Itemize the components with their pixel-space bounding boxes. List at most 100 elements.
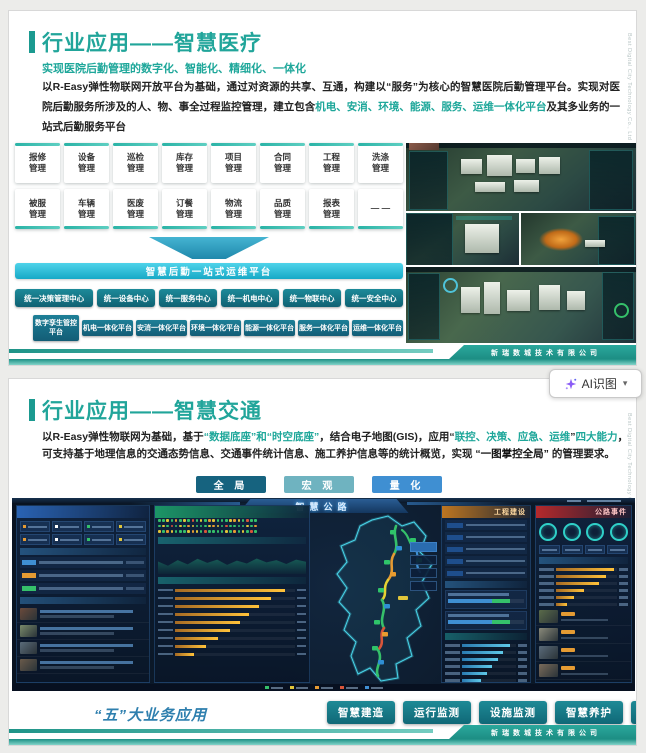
ui-side-panel — [408, 273, 441, 341]
bar-row — [536, 587, 631, 594]
stat-label — [28, 538, 47, 541]
event-photo — [20, 608, 37, 620]
platform-banner: 智慧后勤一站式运维平台 — [15, 263, 403, 279]
stat-label — [542, 548, 557, 551]
stat-chip — [20, 534, 50, 545]
stat-chip — [116, 534, 146, 545]
screenshot-detail — [507, 289, 531, 312]
module-card-label: 物流管理 — [224, 197, 242, 219]
module-card: 项目管理 — [211, 143, 256, 183]
event-time — [561, 618, 608, 621]
ui-bar — [455, 216, 513, 221]
event-text — [561, 628, 628, 641]
bar-fill — [462, 672, 487, 675]
status-dot — [204, 524, 207, 528]
platform-button: 安消一体化平台 — [136, 320, 187, 336]
screenshot-detail — [516, 159, 535, 173]
status-dot — [254, 519, 257, 522]
module-card-label: 订餐管理 — [175, 197, 193, 219]
event-photo — [539, 628, 558, 641]
bar-label — [158, 596, 173, 600]
platform-button: 机电一体化平台 — [82, 320, 133, 336]
text-segment: ，结合电子地图(GIS)，应用“ — [319, 431, 455, 443]
info-row — [20, 557, 146, 568]
stat-value — [119, 525, 122, 528]
module-card-label: 设备管理 — [77, 151, 95, 173]
view-button: 宏 观 — [284, 476, 354, 493]
bar-row — [442, 642, 530, 649]
stat-chip — [539, 545, 560, 554]
bar-row — [155, 626, 309, 634]
bar-row — [536, 580, 631, 587]
status-dot — [233, 524, 236, 528]
chevron-down-icon[interactable]: ▾ — [623, 378, 628, 389]
module-card-label: 库存管理 — [175, 151, 193, 173]
legend-label — [295, 686, 308, 689]
bar-fill — [462, 665, 493, 668]
center-button: 统一安全中心 — [345, 289, 403, 307]
screenshot-detail — [514, 180, 540, 192]
stat-chip — [84, 521, 114, 532]
panel-header: 工程建设 — [442, 506, 530, 518]
text-segment: 以R-Easy弹性物联网为基础，基于 — [42, 431, 204, 443]
project-row — [445, 532, 527, 542]
bar-value — [619, 596, 628, 599]
side-watermark: Best Digital City Technology Co., Ltd — [626, 33, 632, 141]
status-dot — [216, 530, 220, 533]
stat-label — [60, 525, 79, 528]
status-dot — [208, 530, 211, 533]
module-card: 被服管理 — [15, 189, 60, 229]
project-row — [445, 568, 527, 578]
status-dot — [212, 524, 216, 528]
bar-value — [297, 612, 306, 616]
event-list-item — [536, 662, 631, 680]
status-dot — [174, 524, 178, 528]
camera-thumb — [409, 143, 440, 151]
bar-fill — [462, 658, 498, 661]
status-dot — [191, 524, 195, 528]
footer-line — [9, 349, 433, 353]
bar-track — [175, 596, 295, 600]
status-dot — [195, 524, 199, 528]
bar-fill — [175, 644, 207, 648]
status-dot — [220, 524, 224, 528]
model-building — [464, 224, 499, 254]
bar-row — [442, 663, 530, 670]
event-time — [561, 654, 608, 657]
business-button: 运行监测 — [403, 701, 471, 724]
screenshot-detail — [539, 156, 561, 175]
platforms-row: 数字孪生管控平台 机电一体化平台 安消一体化平台 环境一体化平台 能源一体化平台 服务一体… — [33, 315, 403, 341]
traffic-dashboard-screenshot: 智慧公路 工程建设 公路事件 — [12, 498, 635, 691]
status-dot-row — [155, 529, 309, 534]
bar-fill — [556, 582, 599, 585]
ui-side-panel — [589, 149, 633, 211]
event-photo — [539, 646, 558, 659]
event-badge — [561, 630, 575, 634]
panel-header — [17, 506, 149, 518]
event-time — [40, 632, 115, 635]
bar-track — [556, 596, 617, 599]
title-accent-bar — [29, 31, 35, 53]
bar-row — [442, 677, 530, 682]
panel-body — [442, 520, 530, 682]
bar-track — [175, 612, 295, 616]
status-dot — [199, 530, 203, 533]
bar-track — [556, 589, 617, 592]
module-card: 物流管理 — [211, 189, 256, 229]
status-dot — [195, 530, 199, 533]
status-dot — [162, 530, 165, 533]
bar-row — [442, 656, 530, 663]
ring-gauge — [562, 523, 581, 541]
ai-recognize-button[interactable]: AI识图 ▾ — [549, 369, 642, 398]
info-row — [20, 583, 146, 594]
bar-value — [518, 658, 527, 661]
event-text — [40, 625, 146, 637]
stat-chips — [20, 521, 146, 545]
section-divider — [158, 537, 306, 545]
status-dot — [199, 524, 203, 528]
status-dot — [183, 519, 186, 522]
ai-button-label: AI识图 — [581, 377, 617, 391]
legend-label — [270, 686, 283, 689]
project-name — [466, 547, 525, 551]
row-value — [126, 587, 144, 590]
